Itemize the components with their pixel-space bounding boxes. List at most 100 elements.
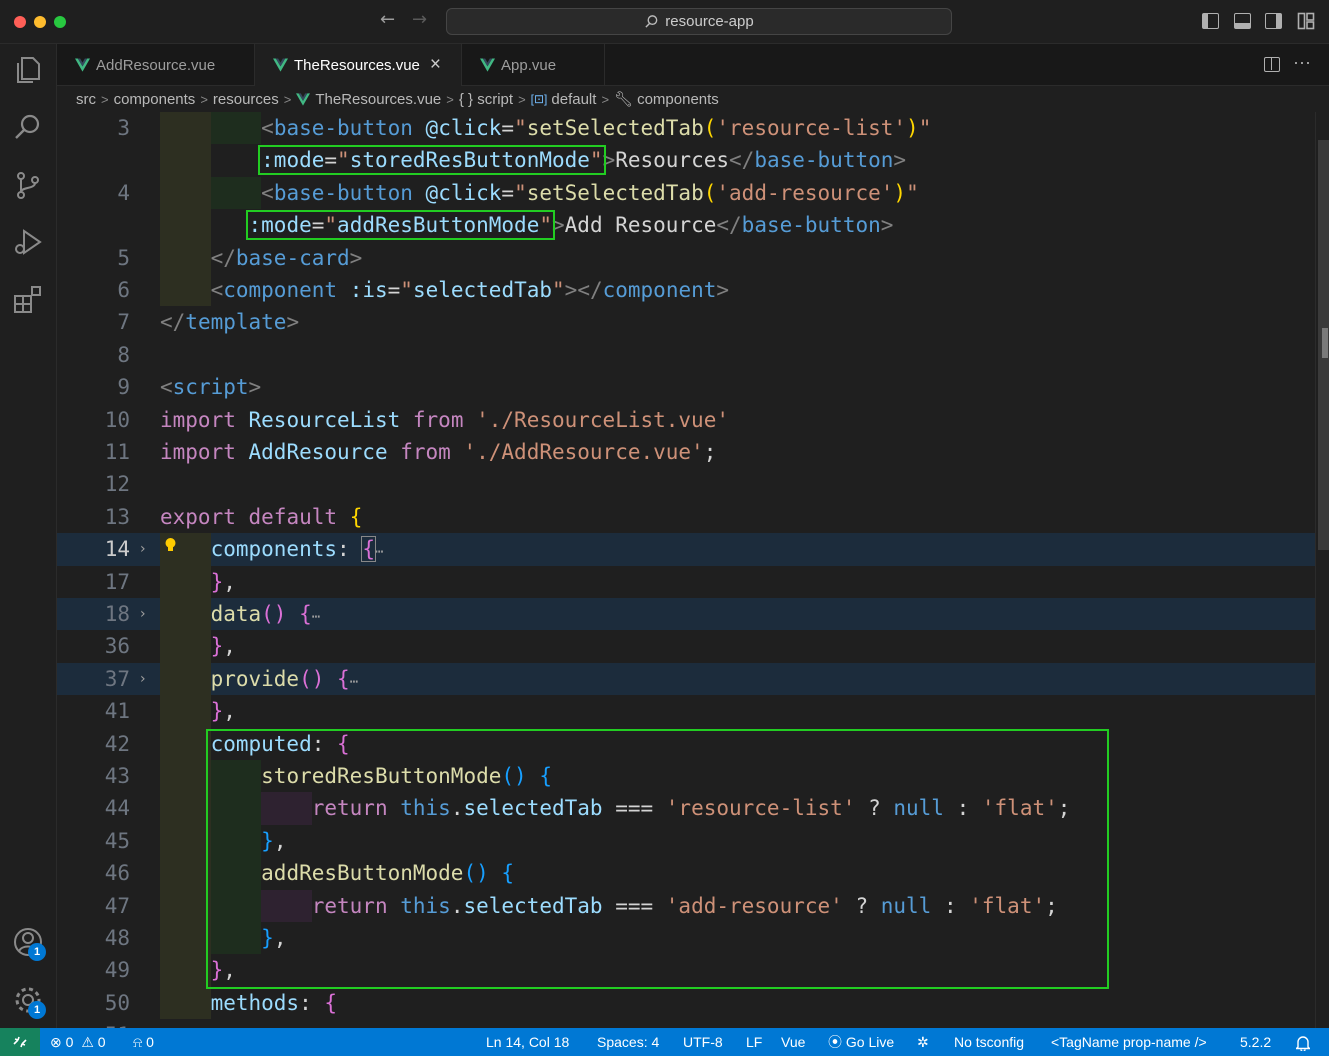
code-line[interactable]: 11 import AddResource from './AddResourc…: [57, 436, 1315, 468]
code-line[interactable]: 42 computed: {: [57, 727, 1315, 760]
tab-addresource-vue[interactable]: AddResource.vue: [57, 44, 255, 86]
fold-chevron-icon[interactable]: ›: [140, 598, 146, 630]
extensions-icon[interactable]: [12, 284, 44, 316]
go-live-button[interactable]: ⦿ Go Live: [828, 1028, 894, 1056]
code-line[interactable]: 10 import ResourceList from './ResourceL…: [57, 404, 1315, 436]
code-line[interactable]: 9 <script>: [57, 371, 1315, 403]
code-line[interactable]: 50 methods: {: [57, 986, 1315, 1020]
settings-badge: 1: [28, 1001, 46, 1019]
code-line[interactable]: 47 return this.selectedTab === 'add-reso…: [57, 889, 1315, 922]
split-editor-icon[interactable]: [1264, 57, 1280, 72]
code-line[interactable]: 36 },: [57, 630, 1315, 663]
code-line[interactable]: 41 },: [57, 695, 1315, 728]
bell-icon[interactable]: [1294, 1028, 1312, 1056]
search-icon: [645, 15, 658, 28]
line-number: 7: [117, 310, 130, 335]
end-of-line[interactable]: LF: [746, 1028, 762, 1056]
command-center-search[interactable]: resource-app: [446, 8, 952, 35]
line-number: 18: [104, 602, 130, 626]
forward-arrow-icon[interactable]: →: [412, 9, 427, 30]
breadcrumb-item[interactable]: TheResources.vue: [315, 91, 441, 108]
tagname-status[interactable]: <TagName prop-name />: [1051, 1028, 1207, 1056]
code-line[interactable]: 8: [57, 339, 1315, 371]
line-number: 50: [104, 990, 130, 1015]
breadcrumb-item[interactable]: src: [76, 91, 96, 108]
ports-indicator[interactable]: ⍾ 0: [133, 1028, 154, 1056]
accounts-icon[interactable]: 1: [12, 926, 46, 961]
code-line[interactable]: :mode="addResButtonMode">Add Resource</b…: [57, 209, 1315, 242]
encoding[interactable]: UTF-8: [683, 1028, 723, 1056]
maximize-window-button[interactable]: [54, 16, 66, 28]
toggle-primary-sidebar-icon[interactable]: [1202, 13, 1219, 29]
fold-chevron-icon[interactable]: ›: [140, 533, 146, 565]
code-line[interactable]: 46 addResButtonMode() {: [57, 857, 1315, 890]
indentation[interactable]: Spaces: 4: [597, 1028, 659, 1056]
problems-indicator[interactable]: ⊗ 0 ⚠ 0: [50, 1028, 106, 1056]
tab-theresources-vue[interactable]: TheResources.vue ×: [255, 44, 462, 86]
tsconfig-status[interactable]: No tsconfig: [954, 1028, 1024, 1056]
code-line[interactable]: 7 </template>: [57, 306, 1315, 338]
minimize-window-button[interactable]: [34, 16, 46, 28]
code-line[interactable]: :mode="storedResButtonMode">Resources</b…: [57, 144, 1315, 177]
broadcast-icon: ⦿: [828, 1034, 842, 1050]
warning-count: 0: [97, 1034, 106, 1050]
code-line[interactable]: 49 },: [57, 954, 1315, 987]
code-line[interactable]: 17 },: [57, 565, 1315, 598]
prettier-icon[interactable]: ✲: [917, 1028, 929, 1056]
line-number: 14: [104, 537, 130, 562]
code-line[interactable]: 5 </base-card>: [57, 241, 1315, 274]
close-tab-icon[interactable]: ×: [430, 54, 441, 76]
explorer-icon[interactable]: [12, 54, 44, 86]
breadcrumb-item[interactable]: components: [114, 91, 196, 108]
line-number: 36: [104, 634, 130, 659]
code-line[interactable]: 48 },: [57, 922, 1315, 955]
code-line[interactable]: 18 › data() {⋯: [57, 598, 1315, 631]
breadcrumb-item[interactable]: { } script: [459, 91, 513, 108]
tab-label: AddResource.vue: [96, 56, 216, 74]
code-line[interactable]: 43 storedResButtonMode() {: [57, 760, 1315, 793]
code-line[interactable]: 44 return this.selectedTab === 'resource…: [57, 792, 1315, 825]
breadcrumb-item[interactable]: default: [551, 91, 596, 108]
toggle-panel-icon[interactable]: [1234, 13, 1251, 29]
language-mode[interactable]: Vue: [781, 1028, 805, 1056]
close-window-button[interactable]: [14, 16, 26, 28]
fold-chevron-icon[interactable]: ›: [140, 663, 146, 695]
search-icon[interactable]: [12, 111, 44, 143]
go-live-label: Go Live: [845, 1034, 895, 1050]
line-number: 51: [57, 1019, 130, 1028]
vue-file-icon: [75, 58, 90, 72]
code-line[interactable]: 4 <base-button @click="setSelectedTab('a…: [57, 176, 1315, 210]
run-debug-icon[interactable]: [12, 226, 44, 258]
tab-app-vue[interactable]: App.vue: [462, 44, 605, 86]
customize-layout-icon[interactable]: [1297, 12, 1315, 35]
chevron-right-icon: >: [518, 91, 526, 107]
cursor-position[interactable]: Ln 14, Col 18: [486, 1028, 569, 1056]
toggle-secondary-sidebar-icon[interactable]: [1265, 13, 1282, 29]
editor-tabs: AddResource.vue TheResources.vue × App.v…: [57, 44, 1329, 86]
line-number: 45: [104, 828, 130, 853]
lightbulb-icon[interactable]: [164, 537, 177, 557]
version-status[interactable]: 5.2.2: [1240, 1028, 1271, 1056]
breadcrumb-item[interactable]: components: [637, 91, 719, 108]
code-line[interactable]: 3 <base-button @click="setSelectedTab('r…: [57, 112, 1315, 145]
editor-scrollbar[interactable]: [1315, 112, 1329, 1028]
code-line[interactable]: 51: [57, 1019, 1315, 1028]
line-number: 43: [104, 764, 130, 788]
source-control-icon[interactable]: [12, 169, 44, 201]
code-line[interactable]: 13 export default {: [57, 501, 1315, 533]
accounts-badge: 1: [28, 943, 46, 961]
code-line[interactable]: 12: [57, 468, 1315, 500]
more-actions-icon[interactable]: ···: [1293, 52, 1311, 73]
code-line-current[interactable]: 14 › components: {⋯: [57, 533, 1315, 566]
line-number: 49: [104, 958, 130, 983]
code-line[interactable]: 37 › provide() {⋯: [57, 662, 1315, 696]
settings-gear-icon[interactable]: 1: [12, 984, 46, 1019]
remote-indicator-icon[interactable]: [0, 1028, 40, 1056]
breadcrumb-item[interactable]: resources: [213, 91, 279, 108]
line-number: 42: [104, 731, 130, 756]
code-editor[interactable]: 3 <base-button @click="setSelectedTab('r…: [57, 112, 1329, 1028]
code-line[interactable]: 45 },: [57, 824, 1315, 858]
back-arrow-icon[interactable]: ←: [380, 9, 395, 30]
code-line[interactable]: 6 <component :is="selectedTab"></compone…: [57, 274, 1315, 307]
line-number: 37: [104, 666, 130, 691]
